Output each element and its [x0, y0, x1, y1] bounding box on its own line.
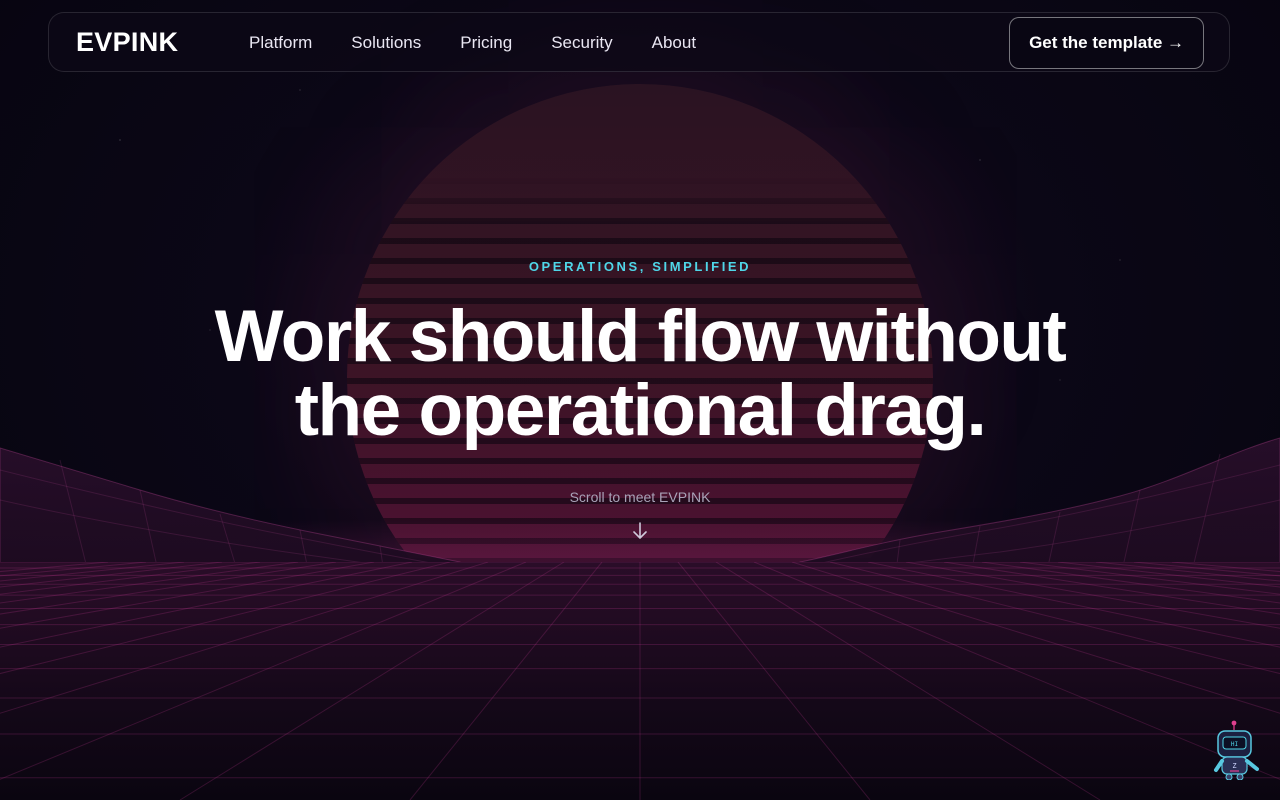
headline-line-1: Work should flow without — [214, 296, 1067, 377]
grid-vertical-line — [0, 562, 147, 577]
hero-eyebrow: OPERATIONS, SIMPLIFIED — [528, 259, 752, 274]
grid-vertical-line — [0, 562, 337, 615]
top-navbar: EVPINK Platform Solutions Pricing Securi… — [48, 12, 1230, 72]
scroll-hint[interactable]: Scroll to meet EVPINK — [0, 489, 1280, 505]
nav-links: Platform Solutions Pricing Security Abou… — [249, 33, 735, 53]
nav-link-security[interactable]: Security — [551, 33, 612, 53]
grid-vertical-line — [0, 562, 223, 588]
grid-vertical-line — [0, 562, 375, 629]
svg-text:Z: Z — [1232, 762, 1236, 770]
headline-line-2: the operational drag. — [294, 370, 987, 451]
grid-vertical-line — [0, 562, 185, 582]
nav-link-about[interactable]: About — [652, 33, 696, 53]
grid-vertical-line — [0, 562, 527, 780]
robot-assistant-icon[interactable]: HI Z — [1210, 720, 1262, 780]
grid-vertical-line — [0, 562, 109, 573]
hero-stage: EVPINK Platform Solutions Pricing Securi… — [0, 0, 1280, 800]
hero-headline: Work should flow without the operational… — [0, 300, 1280, 448]
perspective-grid — [0, 562, 1280, 800]
get-template-button[interactable]: Get the template → — [1009, 17, 1204, 69]
nav-link-pricing[interactable]: Pricing — [460, 33, 512, 53]
wireframe-mountains — [0, 437, 1280, 580]
grid-vertical-line — [0, 562, 489, 714]
grid-vertical-line — [791, 562, 1280, 714]
grid-vertical-line — [753, 562, 1280, 780]
arrow-down-icon[interactable] — [631, 521, 649, 541]
grid-vertical-line — [0, 562, 413, 648]
robot-screen-text: HI — [1231, 741, 1239, 748]
nav-link-solutions[interactable]: Solutions — [351, 33, 421, 53]
brand-logo[interactable]: EVPINK — [76, 27, 178, 58]
grid-vertical-line — [0, 562, 451, 675]
nav-link-platform[interactable]: Platform — [249, 33, 312, 53]
grid-vertical-line — [0, 562, 299, 604]
